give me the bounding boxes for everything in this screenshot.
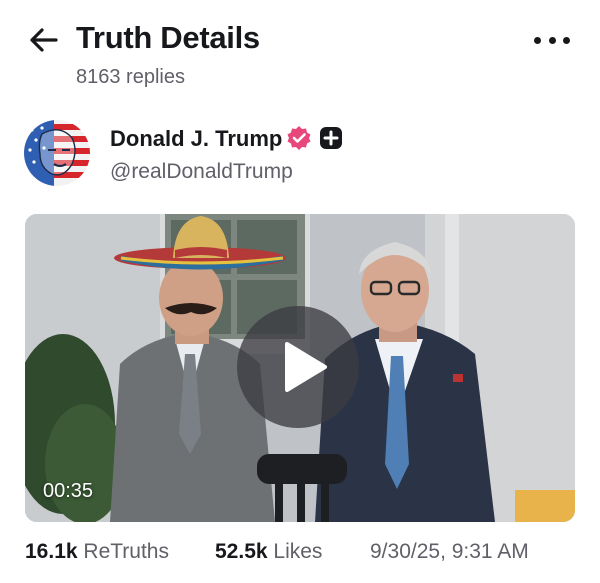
retruths-count: 16.1k [25,540,78,563]
reply-count: 8163 replies [76,66,185,88]
play-button[interactable] [237,306,359,428]
verified-badge-icon [286,125,312,151]
more-horizontal-icon [548,36,556,44]
plus-square-icon [320,127,342,149]
author-display-name[interactable]: Donald J. Trump [110,126,282,152]
back-button[interactable] [28,24,60,56]
avatar[interactable] [24,120,90,186]
likes-label: Likes [273,540,323,563]
play-icon [285,342,327,392]
post-timestamp: 9/30/25, 9:31 AM [370,540,529,563]
retruths-stat[interactable]: 16.1k ReTruths [25,540,169,564]
retruths-label: ReTruths [83,540,169,563]
post-stats: 16.1k ReTruths 52.5k Likes 9/30/25, 9:31… [25,540,585,570]
video-duration: 00:35 [43,480,94,502]
arrow-left-icon [30,28,58,52]
post-author: Donald J. Trump @realDonaldTrump [24,118,584,190]
page-header: Truth Details 8163 replies [0,0,600,110]
video-player[interactable]: 00:35 [25,214,575,522]
more-horizontal-icon [534,36,541,44]
page-title: Truth Details [76,20,260,55]
more-options-button[interactable] [534,28,570,52]
more-horizontal-icon [563,36,570,44]
likes-stat[interactable]: 52.5k Likes [215,540,322,564]
likes-count: 52.5k [215,540,268,563]
author-handle[interactable]: @realDonaldTrump [110,160,293,184]
